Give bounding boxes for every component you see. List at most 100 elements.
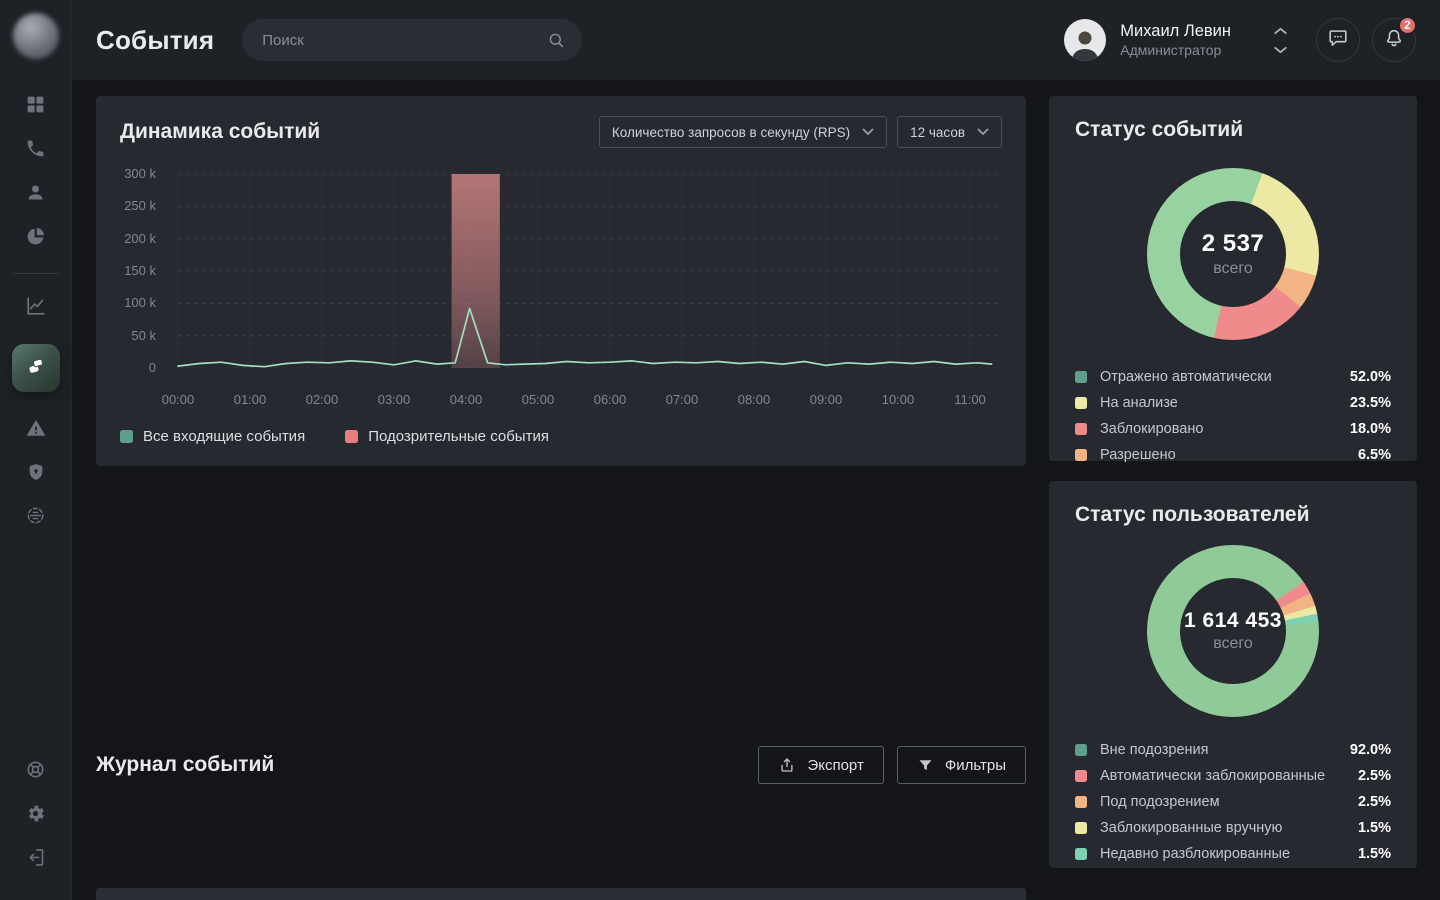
y-tick-label: 50 k — [131, 328, 156, 343]
x-tick-label: 01:00 — [234, 392, 267, 407]
topbar: События Михаил Левин Администратор 2 — [72, 0, 1440, 80]
x-tick-label: 08:00 — [738, 392, 771, 407]
donut-center: 1 614 453 всего — [1180, 578, 1286, 684]
events-line-chart — [166, 164, 1002, 390]
x-tick-label: 07:00 — [666, 392, 699, 407]
legend-label: Вне подозрения — [1100, 742, 1208, 758]
legend-row: Под подозрением 2.5% — [1075, 789, 1391, 815]
right-column: Статус событий 2 537 всего Отражено авто… — [1049, 96, 1417, 868]
export-icon — [778, 756, 796, 774]
filters-button[interactable]: Фильтры — [897, 746, 1026, 784]
logout-icon — [25, 847, 46, 873]
sidebar — [0, 0, 72, 900]
legend-swatch — [1075, 449, 1087, 461]
x-tick-label: 04:00 — [450, 392, 483, 407]
chart-legend: Все входящие события Подозрительные собы… — [120, 428, 1002, 445]
sidebar-item-events-active[interactable] — [12, 344, 60, 392]
phone-icon — [25, 138, 46, 164]
sidebar-item-dashboard[interactable] — [14, 85, 58, 129]
legend-value: 52.0% — [1350, 369, 1391, 385]
events-status-legend: Отражено автоматически 52.0% На анализе … — [1075, 364, 1391, 468]
sidebar-item-calls[interactable] — [14, 129, 58, 173]
x-tick-label: 10:00 — [882, 392, 915, 407]
x-tick-label: 09:00 — [810, 392, 843, 407]
legend-label: Под подозрением — [1100, 794, 1220, 810]
legend-swatch — [1075, 770, 1087, 782]
sidebar-item-support[interactable] — [14, 750, 58, 794]
support-icon — [25, 759, 46, 785]
legend-label: Отражено автоматически — [1100, 369, 1272, 385]
legend-swatch — [1075, 796, 1087, 808]
x-tick-label: 02:00 — [306, 392, 339, 407]
sidebar-item-security[interactable] — [14, 452, 58, 496]
journal-title: Журнал событий — [96, 753, 274, 777]
legend-swatch — [345, 430, 358, 443]
legend-label: Заблокировано — [1100, 421, 1203, 437]
sidebar-item-logout[interactable] — [14, 838, 58, 882]
legend-value: 18.0% — [1350, 421, 1391, 437]
legend-value: 1.5% — [1358, 820, 1391, 836]
legend-swatch — [1075, 744, 1087, 756]
metric-select[interactable]: Количество запросов в секунду (RPS) — [599, 116, 887, 148]
users-status-title: Статус пользователей — [1075, 503, 1391, 527]
events-status-title: Статус событий — [1075, 118, 1391, 142]
shield-icon — [26, 462, 46, 487]
notification-badge: 2 — [1398, 16, 1417, 35]
export-button[interactable]: Экспорт — [758, 746, 883, 784]
legend-value: 1.5% — [1358, 846, 1391, 862]
y-tick-label: 0 — [149, 360, 156, 375]
legend-row: Недавно разблокированные 1.5% — [1075, 841, 1391, 867]
pie-chart-icon — [25, 226, 46, 252]
filters-label: Фильтры — [945, 757, 1006, 774]
y-tick-label: 100 k — [124, 295, 156, 310]
legend-value: 23.5% — [1350, 395, 1391, 411]
chat-bubble-icon — [1327, 27, 1349, 54]
legend-row: Разрешено 6.5% — [1075, 442, 1391, 468]
sidebar-divider — [13, 273, 59, 274]
search-input[interactable] — [262, 32, 547, 49]
sidebar-item-settings[interactable] — [14, 794, 58, 838]
legend-row: Автоматически заблокированные 2.5% — [1075, 763, 1391, 789]
sidebar-item-reports[interactable] — [14, 286, 58, 330]
y-tick-label: 150 k — [124, 263, 156, 278]
user-menu-expander[interactable] — [1273, 22, 1288, 59]
donut-center: 2 537 всего — [1180, 201, 1286, 307]
search-bar — [242, 19, 582, 61]
avatar[interactable] — [1064, 19, 1106, 61]
legend-label: Разрешено — [1100, 447, 1176, 463]
events-status-card: Статус событий 2 537 всего Отражено авто… — [1049, 96, 1417, 461]
legend-label: На анализе — [1100, 395, 1178, 411]
journal-header: Журнал событий Экспорт Фильтры — [96, 662, 1026, 868]
legend-label: Автоматически заблокированные — [1100, 768, 1325, 784]
metric-select-value: Количество запросов в секунду (RPS) — [612, 125, 850, 140]
legend-value: 2.5% — [1358, 768, 1391, 784]
period-select[interactable]: 12 часов — [897, 116, 1002, 148]
legend-swatch — [120, 430, 133, 443]
notifications-button[interactable]: 2 — [1372, 18, 1416, 62]
chevron-down-icon — [862, 128, 874, 136]
legend-row: Заблокировано 18.0% — [1075, 416, 1391, 442]
line-chart-plot — [166, 164, 1002, 390]
user-block[interactable]: Михаил Левин Администратор — [1120, 21, 1231, 59]
search-icon[interactable] — [547, 31, 566, 50]
legend-item-suspicious: Подозрительные события — [345, 428, 549, 445]
users-status-card: Статус пользователей 1 614 453 всего Вне… — [1049, 481, 1417, 868]
sidebar-bottom-nav — [14, 750, 58, 882]
user-name: Михаил Левин — [1120, 21, 1231, 42]
sidebar-item-network[interactable] — [14, 496, 58, 540]
sidebar-item-users[interactable] — [14, 173, 58, 217]
x-axis: 00:0001:0002:0003:0004:0005:0006:0007:00… — [166, 390, 1002, 412]
messages-button[interactable] — [1316, 18, 1360, 62]
alert-triangle-icon — [25, 417, 47, 444]
app-root: События Михаил Левин Администратор 2 — [0, 0, 1440, 900]
legend-row: Заблокированные вручную 1.5% — [1075, 815, 1391, 841]
legend-swatch — [1075, 822, 1087, 834]
user-icon — [25, 182, 46, 208]
sidebar-item-analytics[interactable] — [14, 217, 58, 261]
legend-value: 6.5% — [1358, 447, 1391, 463]
donut-total: 1 614 453 — [1184, 609, 1282, 633]
sidebar-item-incidents[interactable] — [14, 408, 58, 452]
user-role: Администратор — [1120, 42, 1231, 60]
topbar-right: Михаил Левин Администратор 2 — [1064, 18, 1416, 62]
table-header-row: Название Дата и время регистрации Степен… — [96, 888, 1026, 900]
